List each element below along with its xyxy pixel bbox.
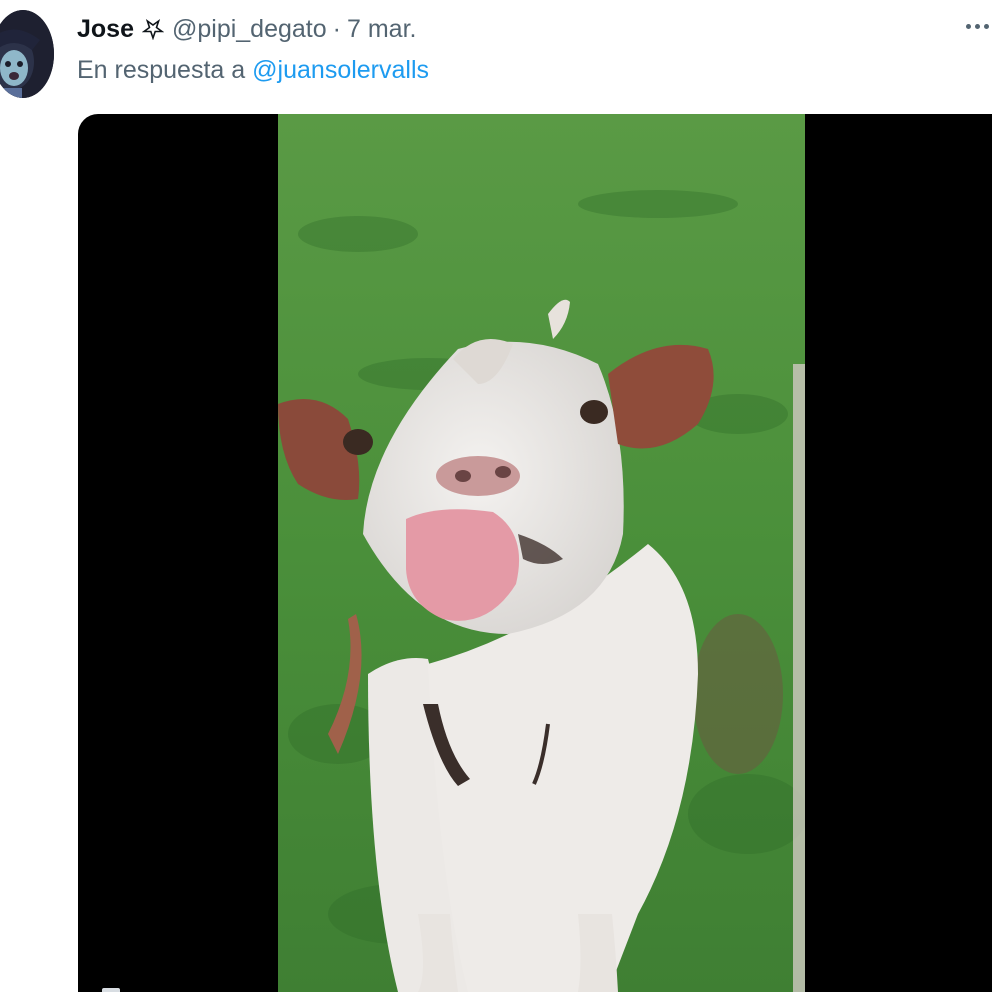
reply-to-link[interactable]: @juansolervalls (252, 56, 429, 84)
video-frame[interactable] (278, 114, 805, 992)
video-progress-indicator[interactable] (102, 988, 120, 992)
reply-context: En respuesta a @juansolervalls (77, 56, 429, 85)
author-handle[interactable]: @pipi_degato (172, 15, 327, 44)
pentagram-icon (141, 18, 165, 41)
goat-video-still (278, 114, 805, 992)
tweet: Jose @pipi_degato · 7 mar. En respuesta … (0, 0, 992, 992)
more-dot (975, 24, 980, 29)
separator: · (332, 14, 341, 43)
reply-prefix: En respuesta a (77, 56, 246, 84)
tweet-header: Jose @pipi_degato · 7 mar. (77, 12, 416, 46)
author-name[interactable]: Jose (77, 15, 134, 44)
more-icon[interactable] (966, 24, 990, 32)
more-dot (966, 24, 971, 29)
timestamp[interactable]: 7 mar. (347, 15, 416, 44)
more-dot (984, 24, 989, 29)
video-media[interactable] (78, 114, 992, 992)
avatar[interactable] (0, 10, 54, 98)
